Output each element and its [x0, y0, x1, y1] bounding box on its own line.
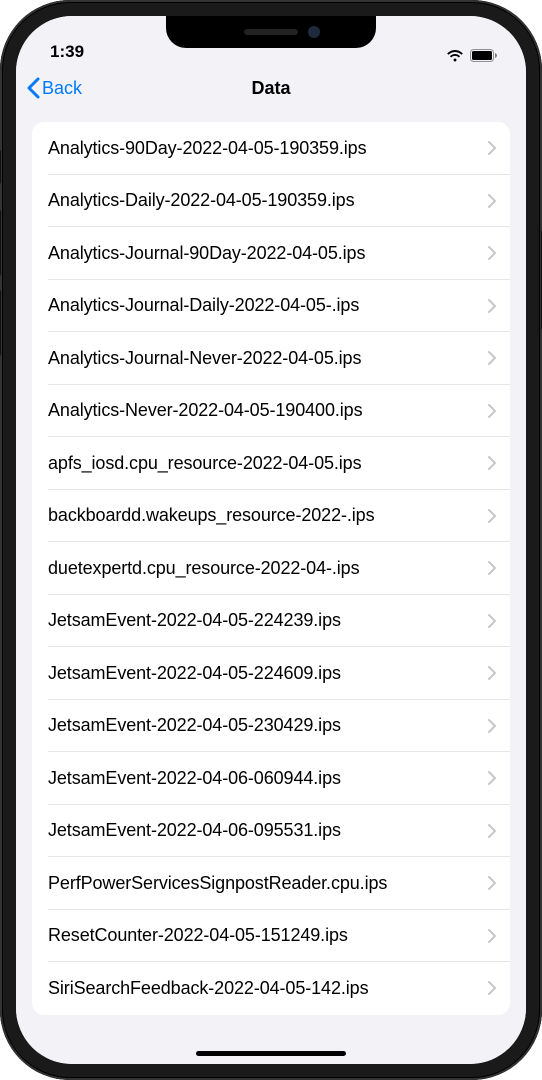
back-label: Back [42, 78, 82, 99]
battery-icon [470, 49, 498, 62]
chevron-right-icon [488, 666, 496, 680]
chevron-right-icon [488, 824, 496, 838]
list-item[interactable]: apfs_iosd.cpu_resource-2022-04-05.ips [32, 437, 510, 490]
home-indicator[interactable] [196, 1051, 346, 1056]
chevron-right-icon [488, 929, 496, 943]
list-item[interactable]: duetexpertd.cpu_resource-2022-04-.ips [32, 542, 510, 595]
chevron-right-icon [488, 614, 496, 628]
list-item[interactable]: SiriSearchFeedback-2022-04-05-142.ips [32, 962, 510, 1015]
status-time: 1:39 [50, 42, 120, 62]
notch [166, 16, 376, 48]
chevron-right-icon [488, 141, 496, 155]
device-frame: 1:39 [0, 0, 542, 1080]
volume-up-button [0, 210, 1, 276]
list-item-label: Analytics-Daily-2022-04-05-190359.ips [48, 190, 488, 211]
list-item[interactable]: Analytics-Journal-Never-2022-04-05.ips [32, 332, 510, 385]
list-item[interactable]: Analytics-90Day-2022-04-05-190359.ips [32, 122, 510, 175]
list-item-label: JetsamEvent-2022-04-06-095531.ips [48, 820, 488, 841]
list-item[interactable]: Analytics-Never-2022-04-05-190400.ips [32, 385, 510, 438]
list-item-label: apfs_iosd.cpu_resource-2022-04-05.ips [48, 453, 488, 474]
list-item[interactable]: JetsamEvent-2022-04-06-060944.ips [32, 752, 510, 805]
list-item-label: ResetCounter-2022-04-05-151249.ips [48, 925, 488, 946]
wifi-icon [446, 49, 464, 62]
chevron-left-icon [26, 77, 40, 99]
list-item-label: JetsamEvent-2022-04-05-224239.ips [48, 610, 488, 631]
silence-switch [0, 150, 1, 184]
chevron-right-icon [488, 771, 496, 785]
list-item-label: Analytics-90Day-2022-04-05-190359.ips [48, 138, 488, 159]
list-item-label: Analytics-Journal-90Day-2022-04-05.ips [48, 243, 488, 264]
list-item[interactable]: ResetCounter-2022-04-05-151249.ips [32, 910, 510, 963]
list-item-label: Analytics-Journal-Never-2022-04-05.ips [48, 348, 488, 369]
page-title: Data [16, 78, 526, 99]
list-item-label: Analytics-Journal-Daily-2022-04-05-.ips [48, 295, 488, 316]
list-item[interactable]: Analytics-Journal-90Day-2022-04-05.ips [32, 227, 510, 280]
chevron-right-icon [488, 509, 496, 523]
chevron-right-icon [488, 981, 496, 995]
chevron-right-icon [488, 246, 496, 260]
list-item[interactable]: JetsamEvent-2022-04-06-095531.ips [32, 805, 510, 858]
list-item[interactable]: JetsamEvent-2022-04-05-224609.ips [32, 647, 510, 700]
chevron-right-icon [488, 351, 496, 365]
chevron-right-icon [488, 456, 496, 470]
list-item-label: JetsamEvent-2022-04-05-230429.ips [48, 715, 488, 736]
back-button[interactable]: Back [26, 77, 82, 99]
list-item-label: Analytics-Never-2022-04-05-190400.ips [48, 400, 488, 421]
list-item-label: JetsamEvent-2022-04-05-224609.ips [48, 663, 488, 684]
list-item-label: JetsamEvent-2022-04-06-060944.ips [48, 768, 488, 789]
list-item-label: backboardd.wakeups_resource-2022-.ips [48, 505, 488, 526]
list-item[interactable]: Analytics-Journal-Daily-2022-04-05-.ips [32, 280, 510, 333]
device-screen: 1:39 [16, 16, 526, 1064]
list-item-label: duetexpertd.cpu_resource-2022-04-.ips [48, 558, 488, 579]
list-item[interactable]: backboardd.wakeups_resource-2022-.ips [32, 490, 510, 543]
chevron-right-icon [488, 719, 496, 733]
list-item[interactable]: JetsamEvent-2022-04-05-224239.ips [32, 595, 510, 648]
chevron-right-icon [488, 561, 496, 575]
list-item[interactable]: Analytics-Daily-2022-04-05-190359.ips [32, 175, 510, 228]
list-item[interactable]: PerfPowerServicesSignpostReader.cpu.ips [32, 857, 510, 910]
volume-down-button [0, 290, 1, 356]
list-item-label: PerfPowerServicesSignpostReader.cpu.ips [48, 873, 488, 894]
chevron-right-icon [488, 876, 496, 890]
list-item-label: SiriSearchFeedback-2022-04-05-142.ips [48, 978, 488, 999]
chevron-right-icon [488, 299, 496, 313]
list-item[interactable]: JetsamEvent-2022-04-05-230429.ips [32, 700, 510, 753]
chevron-right-icon [488, 404, 496, 418]
nav-bar: Back Data [16, 64, 526, 112]
data-list: Analytics-90Day-2022-04-05-190359.ips Ana… [32, 122, 510, 1015]
chevron-right-icon [488, 194, 496, 208]
